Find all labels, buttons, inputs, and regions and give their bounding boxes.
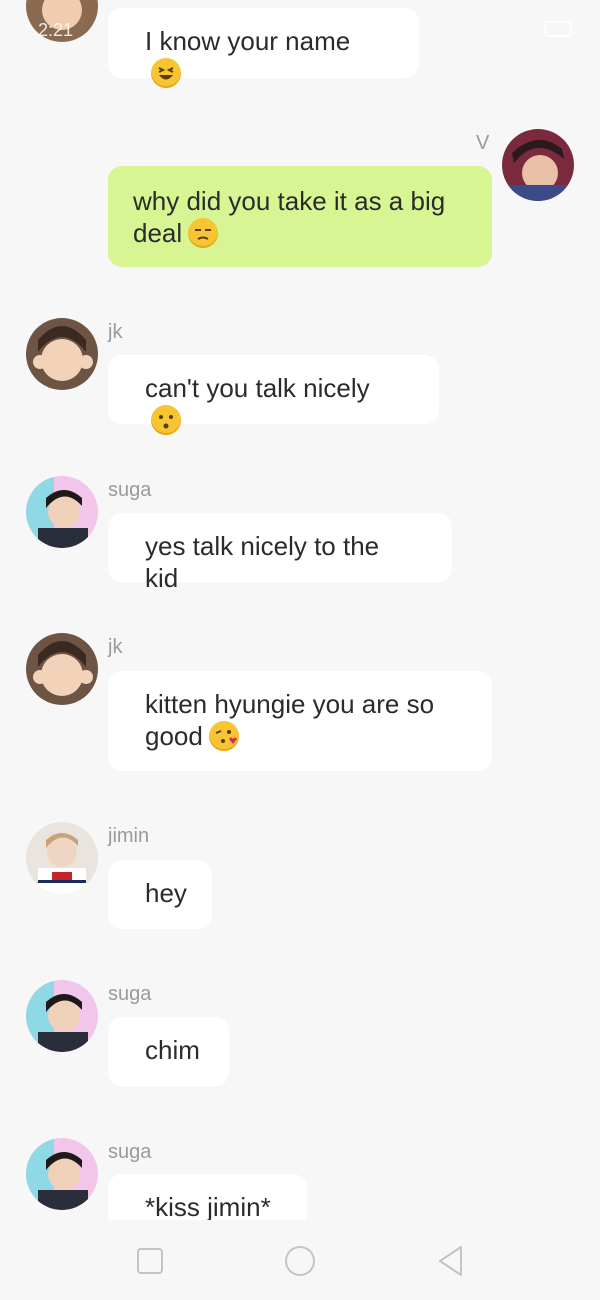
message-text: kitten hyungie you are so good xyxy=(145,689,435,751)
grinning-squint-emoji xyxy=(151,58,181,88)
message-bubble[interactable]: I know your name xyxy=(108,8,419,88)
message-text: yes talk nicely to the kid xyxy=(145,531,380,593)
sender-name: jk xyxy=(108,636,123,658)
navigation-bar xyxy=(0,1220,600,1300)
message-bubble[interactable]: hey xyxy=(108,860,212,929)
kissing-emoji xyxy=(151,405,181,435)
chat-area[interactable]: 2:21 I know your name V why did you take… xyxy=(0,0,600,1220)
unamused-emoji xyxy=(188,218,219,248)
message-bubble[interactable]: *kiss jimin* xyxy=(108,1174,307,1220)
battery-icon xyxy=(544,21,572,37)
sender-name: jimin xyxy=(108,825,150,847)
sender-name: suga xyxy=(108,479,152,501)
recent-apps-icon[interactable] xyxy=(133,1244,167,1278)
message-bubble[interactable]: can't you talk nicely xyxy=(108,355,439,435)
suga-avatar[interactable] xyxy=(26,980,98,1052)
suga-avatar[interactable] xyxy=(26,476,98,548)
message-text: I know your name xyxy=(145,26,351,56)
message-text: can't you talk nicely xyxy=(145,373,370,403)
suga-avatar[interactable] xyxy=(26,1138,98,1210)
message-bubble[interactable]: kitten hyungie you are so good xyxy=(108,671,492,771)
sender-name: jk xyxy=(108,321,123,343)
message-bubble[interactable]: yes talk nicely to the kid xyxy=(108,513,452,593)
message-text: hey xyxy=(145,878,187,908)
message-text: why did you take it as a big deal xyxy=(133,186,446,248)
message-text: chim xyxy=(145,1035,200,1065)
sender-name: suga xyxy=(108,1141,152,1163)
jk-avatar[interactable] xyxy=(26,318,98,390)
message-text: *kiss jimin* xyxy=(145,1192,271,1220)
back-icon[interactable] xyxy=(434,1244,468,1278)
v-avatar[interactable] xyxy=(502,129,574,201)
sender-name: V xyxy=(476,132,490,154)
jk-avatar[interactable] xyxy=(26,633,98,705)
sender-name: suga xyxy=(108,983,152,1005)
jimin-avatar[interactable] xyxy=(26,822,98,894)
kissing-heart-emoji xyxy=(208,721,239,751)
my-message-bubble[interactable]: why did you take it as a big deal xyxy=(108,166,492,267)
message-bubble[interactable]: chim xyxy=(108,1017,229,1086)
home-icon[interactable] xyxy=(283,1244,317,1278)
status-time: 2:21 xyxy=(38,20,74,40)
